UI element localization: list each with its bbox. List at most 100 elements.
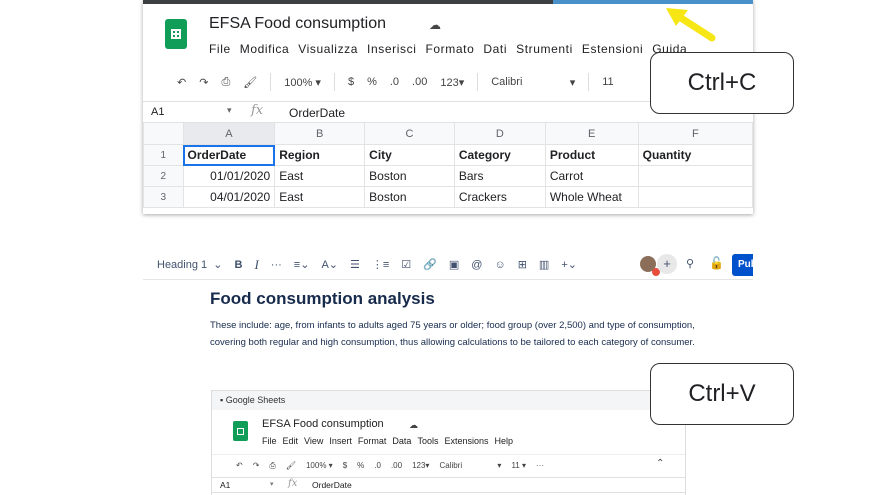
cell[interactable]: Category [453,144,546,166]
numbered-list-icon[interactable]: ⋮≡ [372,258,389,271]
menu-modifica[interactable]: Modifica [240,42,289,56]
cell[interactable] [637,186,753,208]
font-size-select[interactable]: 11 ▾ [511,461,526,470]
cell[interactable]: Region [274,144,366,166]
zoom-select[interactable]: 100% ▾ [284,76,321,89]
image-icon[interactable]: ▣ [449,258,459,271]
paint-format-icon[interactable]: 🖌 [243,76,257,89]
formula-input[interactable]: OrderDate [289,106,345,120]
layout-icon[interactable]: ▥ [539,258,549,271]
cell[interactable]: 01/01/2020 [182,165,276,187]
cell[interactable]: City [364,144,455,166]
menu-extensions[interactable]: Extensions [444,436,488,446]
zoom-select[interactable]: 100% ▾ [306,461,333,470]
increase-decimal-button[interactable]: .00 [412,76,427,88]
column-header-e[interactable]: E [544,122,639,145]
task-icon[interactable]: ☑ [401,258,411,271]
bullet-list-icon[interactable]: ☰ [350,258,360,271]
percent-button[interactable]: % [367,76,377,88]
cell[interactable]: Bars [453,165,546,187]
more-options-button[interactable]: ··· [536,461,544,470]
currency-button[interactable]: $ [348,76,354,88]
menu-data[interactable]: Data [392,436,411,446]
percent-button[interactable]: % [357,461,364,470]
column-header-d[interactable]: D [453,122,546,145]
decrease-decimal-button[interactable]: .0 [390,76,399,88]
menu-dati[interactable]: Dati [483,42,507,56]
cell[interactable]: Carrot [544,165,639,187]
menu-visualizza[interactable]: Visualizza [298,42,358,56]
align-icon[interactable]: ≡⌄ [294,258,310,271]
more-formatting-button[interactable]: ··· [271,259,282,271]
bold-button[interactable]: B [235,259,243,271]
table-icon[interactable]: ⊞ [518,258,527,271]
cell[interactable]: East [274,165,366,187]
emoji-icon[interactable]: ☺ [494,259,505,271]
cell[interactable]: Whole Wheat [544,186,639,208]
menu-edit[interactable]: Edit [283,436,299,446]
chevron-down-icon[interactable]: ▾ [270,480,274,488]
page-title[interactable]: Food consumption analysis [210,289,435,309]
font-select[interactable]: Calibri ▾ [491,76,575,89]
text-color-icon[interactable]: A⌄ [321,258,338,271]
cell[interactable] [637,165,753,187]
publish-button[interactable]: Pub [732,254,753,276]
redo-icon[interactable]: ↷ [199,76,208,89]
font-select[interactable]: Calibri ▾ [439,461,501,470]
cell[interactable]: Crackers [453,186,546,208]
avatar[interactable] [638,254,660,276]
sheets-logo-icon[interactable] [165,19,187,49]
menu-view[interactable]: View [304,436,323,446]
cell[interactable]: Boston [364,186,455,208]
column-header-f[interactable]: F [637,122,753,145]
body-paragraph[interactable]: These include: age, from infants to adul… [210,318,700,351]
menu-format[interactable]: Format [358,436,387,446]
italic-button[interactable]: I [254,257,258,273]
print-icon[interactable]: ⎙ [221,76,230,89]
menu-tools[interactable]: Tools [417,436,438,446]
menu-inserisci[interactable]: Inserisci [367,42,416,56]
font-size-select[interactable]: 11 [602,76,613,88]
column-header-a[interactable]: A [182,122,276,145]
name-box[interactable]: A1 [220,480,230,490]
row-header[interactable]: 1 [143,144,184,166]
row-header[interactable]: 3 [143,186,184,208]
menu-help[interactable]: Help [494,436,513,446]
select-all-corner[interactable] [143,122,184,145]
cell[interactable]: 04/01/2020 [182,186,276,208]
menu-formato[interactable]: Formato [425,42,474,56]
cell[interactable]: Boston [364,165,455,187]
search-icon[interactable]: ⚲ [686,257,694,270]
link-icon[interactable]: 🔗 [423,258,437,271]
increase-decimal-button[interactable]: .00 [391,461,402,470]
mention-icon[interactable]: @ [471,259,482,271]
column-header-b[interactable]: B [274,122,366,145]
undo-icon[interactable]: ↶ [177,76,186,89]
menu-estensioni[interactable]: Estensioni [582,42,643,56]
name-box[interactable]: A1 [151,106,164,118]
cell[interactable]: Product [544,144,639,166]
restrictions-icon[interactable]: 🔓 [709,256,724,270]
menu-file[interactable]: File [262,436,277,446]
decrease-decimal-button[interactable]: .0 [374,461,381,470]
collapse-toolbar-icon[interactable]: ⌃ [656,458,664,469]
document-title[interactable]: EFSA Food consumption [209,15,386,33]
embedded-sheet[interactable]: ▪ Google Sheets EFSA Food consumption ☁ … [211,390,686,495]
formula-input[interactable]: OrderDate [312,480,352,490]
text-style-select[interactable]: Heading 1 ⌄ [157,258,223,271]
menu-insert[interactable]: Insert [329,436,352,446]
cell[interactable]: Quantity [637,144,753,166]
menu-strumenti[interactable]: Strumenti [516,42,573,56]
chevron-down-icon[interactable]: ▾ [227,105,232,116]
menu-file[interactable]: File [209,42,231,56]
insert-more-icon[interactable]: +⌄ [561,258,577,271]
number-format-select[interactable]: 123▾ [440,76,464,89]
redo-icon[interactable]: ↷ [253,461,260,470]
add-collaborator-icon[interactable]: + [657,254,677,274]
cloud-check-icon[interactable]: ☁ [429,18,441,32]
currency-button[interactable]: $ [343,461,347,470]
number-format-select[interactable]: 123▾ [412,461,429,470]
cell[interactable]: OrderDate [182,144,276,166]
row-header[interactable]: 2 [143,165,184,187]
column-header-c[interactable]: C [364,122,455,145]
